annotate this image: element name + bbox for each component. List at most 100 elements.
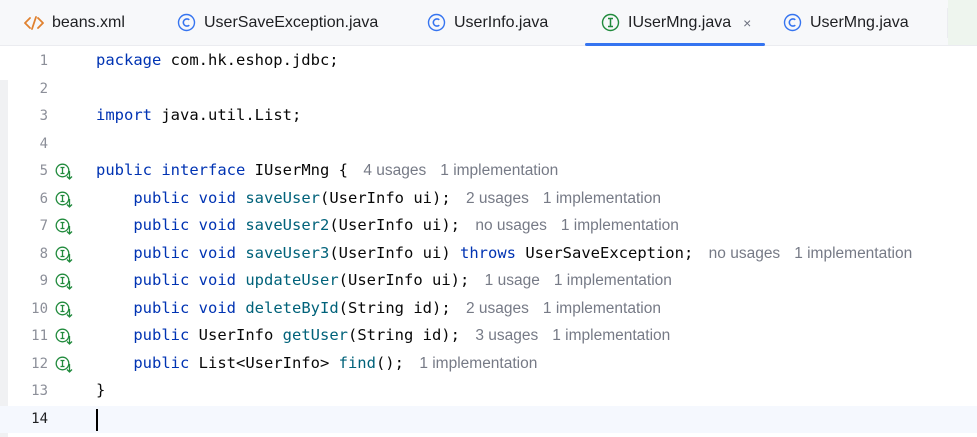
implementations-hint[interactable]: 1 implementation [561, 217, 679, 234]
keyword: void [198, 271, 236, 289]
line-number: 9 [39, 273, 48, 289]
keyword: package [96, 51, 162, 69]
code-fragment: IUserMng { [245, 161, 348, 179]
keyword: import [96, 106, 152, 124]
code-text[interactable]: public void deleteById(String id); 2 usa… [96, 299, 661, 318]
code-line[interactable]: 2 [0, 76, 977, 103]
code-line[interactable]: 5 public interface IUserMng { 4 usages 1 … [0, 158, 977, 185]
code-text[interactable]: public void saveUser3(UserInfo ui) throw… [96, 244, 912, 263]
code-line[interactable]: 6 public void saveUser(UserInfo ui); 2 u… [0, 186, 977, 213]
method-name: saveUser [245, 188, 320, 207]
code-fragment: List<UserInfo> [189, 353, 339, 372]
keyword: void [198, 188, 236, 207]
line-number: 1 [39, 53, 48, 69]
code-line[interactable]: 10 public void deleteById(String id); 2 … [0, 296, 977, 323]
code-line[interactable]: 7 public void saveUser2(UserInfo ui); no… [0, 213, 977, 240]
implemented-method-icon[interactable] [55, 218, 73, 236]
implemented-method-icon[interactable] [55, 191, 73, 209]
usages-hint[interactable]: no usages [709, 245, 781, 262]
tab-label: UserMng.java [810, 13, 909, 31]
code-text[interactable]: import java.util.List; [96, 106, 301, 124]
keyword: throws [460, 243, 516, 262]
code-text[interactable]: public UserInfo getUser(String id); 3 us… [96, 326, 670, 345]
usages-hint[interactable]: 2 usages [466, 190, 529, 207]
method-name: saveUser3 [245, 243, 330, 262]
keyword: public [96, 161, 152, 179]
implementations-hint[interactable]: 1 implementation [543, 190, 661, 207]
usages-hint[interactable]: 1 usage [485, 272, 540, 289]
code-line[interactable]: 12 public List<UserInfo> find(); 1 imple… [0, 351, 977, 378]
code-text[interactable]: public interface IUserMng { 4 usages 1 im… [96, 161, 558, 180]
code-line[interactable]: 9 public void updateUser(UserInfo ui); 1… [0, 268, 977, 295]
code-fragment: (UserInfo ui); [338, 271, 470, 289]
keyword: interface [161, 161, 246, 179]
code-text[interactable]: public void saveUser(UserInfo ui); 2 usa… [96, 189, 661, 208]
keyword: public [133, 243, 190, 262]
tab-label: UserInfo.java [454, 13, 549, 31]
implementations-hint[interactable]: 1 implementation [543, 300, 661, 317]
tab-beans-xml[interactable]: beans.xml [24, 0, 125, 45]
code-fragment: (); [375, 353, 404, 372]
implementations-hint[interactable]: 1 implementation [794, 245, 912, 262]
code-text[interactable]: package com.hk.eshop.jdbc; [96, 51, 339, 69]
code-text[interactable]: } [96, 381, 105, 399]
line-number: 14 [31, 410, 48, 427]
code-line[interactable]: 3 import java.util.List; [0, 103, 977, 130]
usages-hint[interactable]: 3 usages [475, 327, 538, 344]
implementations-hint[interactable]: 1 implementation [552, 327, 670, 344]
line-number: 13 [31, 383, 48, 399]
code-fragment: (String id); [338, 298, 451, 317]
line-number: 12 [31, 355, 48, 372]
current-line[interactable]: 14 [0, 405, 977, 433]
tab-usersaveexception-java[interactable]: UserSaveException.java [177, 0, 378, 45]
implemented-method-icon[interactable] [55, 273, 73, 291]
line-number: 8 [39, 245, 48, 262]
keyword: public [133, 326, 190, 344]
keyword: void [198, 243, 236, 262]
keyword: void [198, 216, 236, 234]
keyword: public [133, 298, 190, 317]
line-number: 10 [31, 300, 48, 317]
code-line[interactable]: 13 } [0, 378, 977, 405]
implemented-interface-icon[interactable] [55, 163, 73, 181]
code-text[interactable]: public List<UserInfo> find(); 1 implemen… [96, 354, 537, 373]
code-text[interactable]: public void updateUser(UserInfo ui); 1 u… [96, 271, 672, 290]
implemented-method-icon[interactable] [55, 246, 73, 264]
tab-label: IUserMng.java [628, 13, 732, 31]
implemented-method-icon[interactable] [55, 356, 73, 374]
usages-hint[interactable]: no usages [475, 217, 547, 234]
code-line[interactable]: 1 package com.hk.eshop.jdbc; [0, 48, 977, 75]
line-number: 7 [39, 218, 48, 234]
close-tab-icon[interactable]: × [743, 15, 751, 31]
implementations-hint[interactable]: 1 implementation [440, 162, 558, 179]
code-line[interactable]: 8 public void saveUser3(UserInfo ui) thr… [0, 241, 977, 268]
keyword: public [133, 188, 190, 207]
hidden-tab-stub[interactable] [948, 0, 977, 45]
method-name: getUser [282, 326, 348, 344]
class-c-icon [177, 13, 196, 32]
usages-hint[interactable]: 2 usages [466, 300, 529, 317]
code-text[interactable]: public void saveUser2(UserInfo ui); no u… [96, 216, 679, 235]
code-fragment: com.hk.eshop.jdbc; [161, 51, 339, 69]
tab-userinfo-java[interactable]: UserInfo.java [427, 0, 548, 45]
keyword: public [133, 216, 190, 234]
implemented-method-icon[interactable] [55, 328, 73, 346]
tab-usermng-java[interactable]: UserMng.java [783, 0, 909, 45]
xml-tag-icon [24, 15, 44, 31]
text-caret [96, 408, 98, 431]
code-line[interactable]: 4 [0, 131, 977, 158]
implementations-hint[interactable]: 1 implementation [554, 272, 672, 289]
code-fragment: UserInfo [189, 326, 283, 344]
tab-iusermng-java[interactable]: IUserMng.java × [584, 0, 766, 46]
method-name: saveUser2 [245, 216, 330, 234]
tab-label: UserSaveException.java [204, 13, 379, 31]
method-name: deleteById [245, 298, 339, 317]
code-line[interactable]: 11 public UserInfo getUser(String id); 3… [0, 323, 977, 350]
class-c-icon [427, 13, 446, 32]
implementations-hint[interactable]: 1 implementation [419, 355, 537, 372]
editor-tab-bar: beans.xml UserSaveException.java UserInf… [0, 0, 977, 46]
code-fragment: (UserInfo ui) [329, 243, 460, 262]
line-number: 6 [39, 190, 48, 207]
implemented-method-icon[interactable] [55, 301, 73, 319]
usages-hint[interactable]: 4 usages [363, 162, 426, 179]
